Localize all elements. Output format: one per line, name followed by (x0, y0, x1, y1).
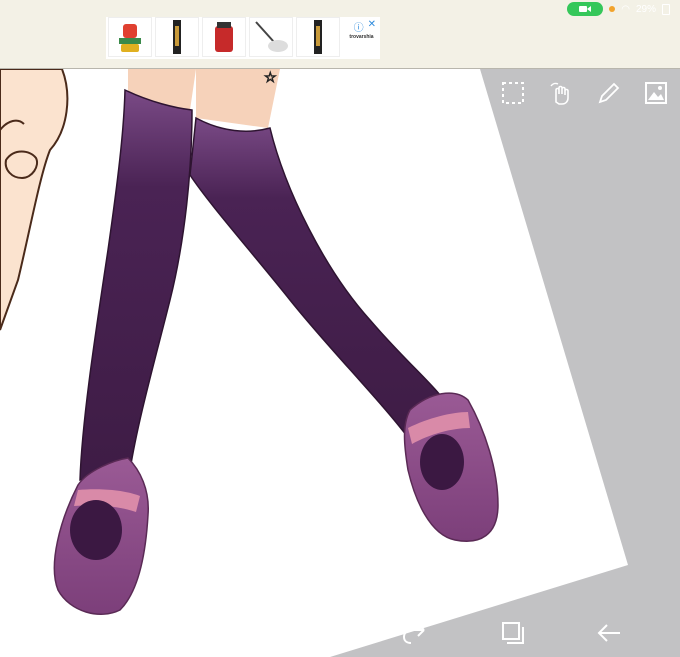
circle-icon[interactable] (23, 620, 49, 646)
battery-icon (662, 3, 670, 15)
screen-record-indicator (567, 2, 604, 16)
right-shoe-opening (420, 434, 464, 490)
mic-indicator-dot (609, 6, 616, 12)
ad-product-image[interactable] (108, 17, 152, 57)
battery-text: 29% (635, 3, 656, 15)
image-icon[interactable] (643, 80, 669, 106)
ad-banner[interactable]: trovarshia ⓘ ✕ (106, 17, 380, 59)
up-arrow-icon[interactable] (213, 620, 239, 646)
back-arrow-icon[interactable] (596, 620, 622, 646)
ad-product-image[interactable] (155, 17, 199, 57)
pencil-icon[interactable] (596, 80, 622, 106)
left-shoe-opening (70, 500, 122, 560)
layers-icon[interactable] (500, 620, 526, 646)
left-figure-hand (4, 150, 38, 180)
status-bar: ◠ 29% (567, 2, 670, 16)
ad-product-image[interactable] (202, 17, 246, 57)
drawing-canvas[interactable]: ☆ (0, 0, 680, 657)
info-icon[interactable]: ⓘ (354, 19, 364, 34)
hand-icon[interactable] (547, 80, 573, 106)
ad-controls: ⓘ ✕ (354, 19, 376, 34)
star-mark: ☆ (264, 69, 277, 85)
wifi-icon: ◠ (621, 3, 630, 15)
close-icon[interactable]: ✕ (368, 19, 376, 34)
square-icon[interactable] (118, 620, 144, 646)
top-bar: ◠ 29% trovarshia ⓘ ✕ (0, 0, 680, 69)
undo-icon[interactable] (307, 620, 333, 646)
ad-product-image[interactable] (296, 17, 340, 57)
select-icon[interactable] (500, 80, 526, 106)
redo-icon[interactable] (402, 620, 428, 646)
ad-product-image[interactable] (249, 17, 293, 57)
